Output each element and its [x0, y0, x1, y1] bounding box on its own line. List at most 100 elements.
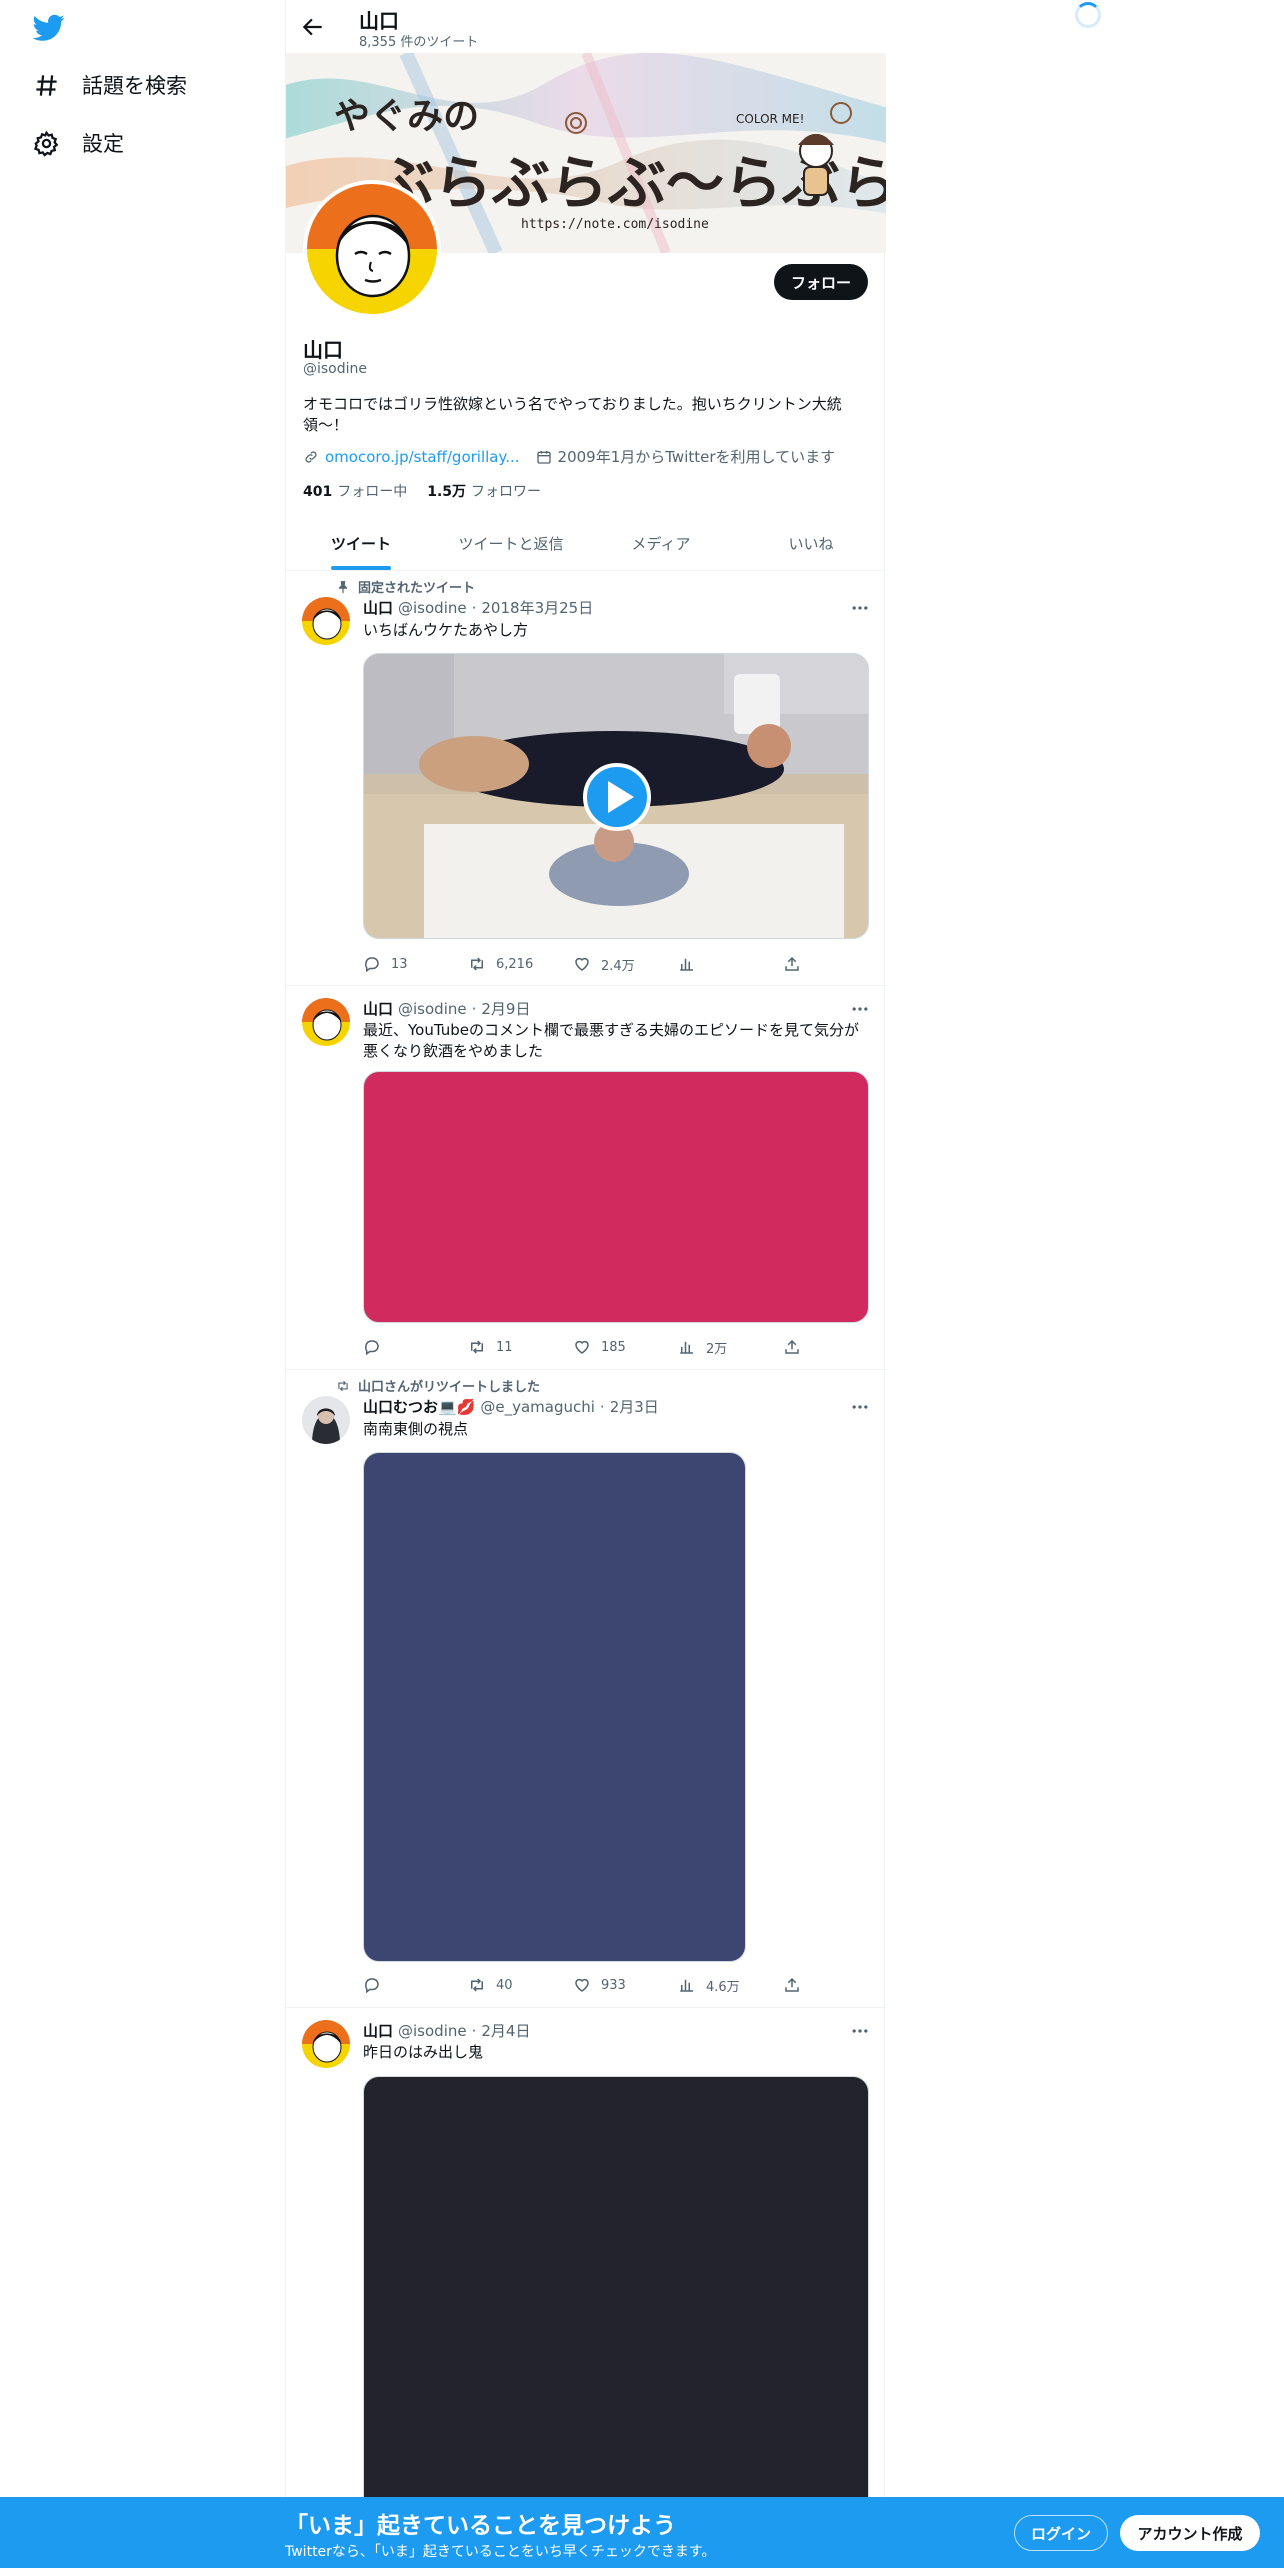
- link-icon: [305, 450, 317, 463]
- signup-banner: 「いま」起きていることを見つけよう Twitterなら、「いま」起きていることを…: [0, 2497, 1284, 2568]
- profile-name: 山口: [303, 338, 343, 362]
- left-sidebar: 話題を検索 設定: [0, 0, 285, 2500]
- tweet-date[interactable]: 2018年3月25日: [481, 597, 593, 618]
- more-icon[interactable]: [850, 2021, 870, 2041]
- analytics-icon: [680, 1341, 693, 1354]
- tweet-actions: 13 6,216 2.4万: [363, 952, 803, 976]
- profile-link[interactable]: omocoro.jp/staff/gorillay...: [325, 448, 520, 466]
- tweet-context: 山口さんがリツイートしました: [336, 1376, 540, 1395]
- retweet-button[interactable]: 11: [468, 1338, 538, 1356]
- tweet-image[interactable]: [363, 1452, 746, 1962]
- retweet-button[interactable]: 40: [468, 1976, 538, 1994]
- reply-button[interactable]: [363, 1338, 433, 1356]
- banner-tag: COLOR ME!: [736, 112, 804, 126]
- banner-small-title: やぐみの: [334, 95, 479, 137]
- back-arrow-icon[interactable]: [300, 14, 326, 40]
- tweet[interactable]: 山口 @isodine · 2月9日 最近、YouTubeのコメント欄で最悪すぎ…: [286, 986, 886, 1370]
- reply-button[interactable]: 13: [363, 955, 433, 973]
- tweet[interactable]: 山口 @isodine · 2月4日 昨日のはみ出し鬼: [286, 2008, 886, 2536]
- tweet-author-name[interactable]: 山口: [363, 597, 393, 618]
- followers-link[interactable]: 1.5万 フォロワー: [427, 481, 541, 501]
- sidebar-item-explore[interactable]: 話題を検索: [33, 70, 187, 100]
- tab-media[interactable]: メディア: [586, 517, 736, 570]
- signup-button[interactable]: アカウント作成: [1120, 2515, 1260, 2551]
- tab-likes[interactable]: いいね: [736, 517, 886, 570]
- tweet-context: 固定されたツイート: [336, 577, 475, 596]
- tweet-author-name[interactable]: 山口むつお💻💋: [363, 1396, 475, 1417]
- analytics-icon: [680, 958, 693, 971]
- share-icon: [785, 1977, 799, 1992]
- profile-handle: @isodine: [303, 361, 368, 377]
- calendar-icon: [536, 450, 551, 464]
- heart-icon: [575, 957, 589, 971]
- twitter-logo-icon[interactable]: [33, 14, 65, 42]
- analytics-icon: [680, 1979, 693, 1992]
- share-icon: [785, 1339, 799, 1354]
- retweet-button[interactable]: 6,216: [468, 955, 538, 973]
- more-icon[interactable]: [850, 999, 870, 1019]
- tweet-author-name[interactable]: 山口: [363, 2020, 393, 2041]
- views-button[interactable]: 4.6万: [678, 1976, 748, 1995]
- tweet-header: 山口 @isodine · 2月4日: [363, 2020, 531, 2041]
- avatar[interactable]: [302, 597, 350, 645]
- more-icon[interactable]: [850, 1397, 870, 1417]
- heart-icon: [575, 1340, 589, 1354]
- video-thumbnail: [364, 654, 868, 938]
- like-button[interactable]: 933: [573, 1976, 643, 1994]
- tweet-header: 山口むつお💻💋 @e_yamaguchi · 2月3日: [363, 1396, 659, 1417]
- sidebar-item-settings[interactable]: 設定: [33, 128, 124, 158]
- tweet[interactable]: 固定されたツイート 山口 @isodine · 2018年3月25日 いちばんウ…: [286, 571, 886, 986]
- loading-spinner-icon: [1075, 2, 1101, 28]
- tweet-image[interactable]: [363, 2076, 869, 2536]
- tab-tweets[interactable]: ツイート: [286, 517, 436, 570]
- tweet[interactable]: 山口さんがリツイートしました 山口むつお💻💋 @e_yamaguchi · 2月…: [286, 1370, 886, 2008]
- gear-icon: [34, 130, 59, 157]
- retweet-icon: [471, 1340, 483, 1354]
- login-button[interactable]: ログイン: [1014, 2515, 1108, 2551]
- views-button[interactable]: [678, 955, 748, 973]
- profile-header-bar: 山口 8,355 件のツイート: [286, 0, 886, 53]
- like-button[interactable]: 185: [573, 1338, 643, 1356]
- share-button[interactable]: [783, 1338, 803, 1356]
- like-button[interactable]: 2.4万: [573, 955, 643, 974]
- tweet-text: 最近、YouTubeのコメント欄で最悪すぎる夫婦のエピソードを見て気分が悪くなり…: [363, 1021, 859, 1060]
- tweet-date[interactable]: 2月3日: [610, 1396, 659, 1417]
- more-icon[interactable]: [850, 598, 870, 618]
- tweet-author-handle: @isodine: [398, 598, 467, 617]
- retweet-icon: [471, 1978, 483, 1992]
- tweet-image[interactable]: [363, 1071, 869, 1323]
- main-column: 山口 8,355 件のツイート やぐみの ぶらぶらぶ〜らぶら https://n…: [285, 0, 886, 2536]
- tab-tweets-and-replies[interactable]: ツイートと返信: [436, 517, 586, 570]
- sidebar-item-label: 設定: [82, 132, 124, 156]
- share-icon: [785, 956, 799, 971]
- tweet-date[interactable]: 2月4日: [481, 2020, 530, 2041]
- signup-banner-subtitle: Twitterなら、「いま」起きていることをいち早くチェックできます。: [285, 2544, 716, 2560]
- follow-button[interactable]: フォロー: [774, 264, 868, 300]
- views-button[interactable]: 2万: [678, 1338, 748, 1357]
- profile-avatar[interactable]: [303, 180, 441, 318]
- banner-url: https://note.com/isodine: [521, 217, 709, 232]
- avatar[interactable]: [302, 998, 350, 1046]
- tweet-author-name[interactable]: 山口: [363, 998, 393, 1019]
- avatar-illustration: [307, 184, 437, 314]
- heart-icon: [575, 1978, 589, 1992]
- profile-meta: omocoro.jp/staff/gorillay... 2009年1月からTw…: [303, 446, 835, 467]
- tweet-date[interactable]: 2月9日: [481, 998, 530, 1019]
- tweet-video[interactable]: [363, 653, 869, 939]
- reply-icon: [365, 1978, 379, 1994]
- tweet-header: 山口 @isodine · 2月9日: [363, 998, 531, 1019]
- tweet-author-handle: @e_yamaguchi: [480, 1397, 595, 1416]
- reply-button[interactable]: [363, 1976, 433, 1994]
- pin-icon: [338, 580, 348, 593]
- share-button[interactable]: [783, 955, 803, 973]
- signup-banner-title: 「いま」起きていることを見つけよう: [285, 2513, 676, 2539]
- avatar[interactable]: [302, 2020, 350, 2068]
- header-tweet-count: 8,355 件のツイート: [359, 35, 479, 50]
- sidebar-item-label: 話題を検索: [82, 74, 187, 98]
- profile-tabs: ツイート ツイートと返信 メディア いいね: [286, 517, 886, 571]
- avatar[interactable]: [302, 1396, 350, 1444]
- reply-icon: [365, 957, 379, 973]
- share-button[interactable]: [783, 1976, 803, 1994]
- following-link[interactable]: 401 フォロー中: [303, 481, 407, 501]
- profile-bio: オモコロではゴリラ性欲嫁という名でやっておりました。抱いちクリントン大統領〜！: [303, 395, 842, 434]
